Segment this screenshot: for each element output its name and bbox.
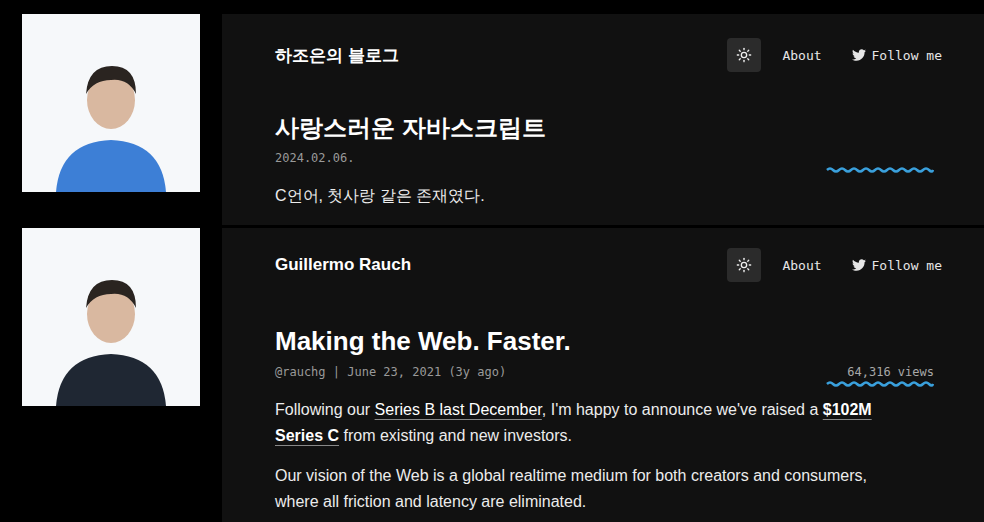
follow-link[interactable]: Follow me <box>852 258 942 273</box>
sun-icon <box>736 47 752 63</box>
comparison-slide: 하조은의 블로그 About Follow me 사랑스러운 자바스크립트 2024.0… <box>0 0 984 522</box>
post-paragraph: Our vision of the Web is a global realti… <box>275 463 900 515</box>
twitter-icon <box>852 258 866 272</box>
post-meta: @rauchg | June 23, 2021 (3y ago) 64,316 v… <box>275 365 942 387</box>
post-title: 사랑스러운 자바스크립트 <box>275 114 942 143</box>
blog-title[interactable]: 하조은의 블로그 <box>275 44 399 67</box>
post-date: 2024.02.06. <box>275 151 354 165</box>
text-span: C언어, 첫사랑 같은 존재였다. <box>275 187 485 204</box>
theme-toggle-button[interactable] <box>727 38 761 72</box>
views-box: 64,316 views <box>826 365 934 387</box>
nav: About Follow me <box>727 38 942 72</box>
views-box <box>826 151 934 173</box>
text-span: from existing and new investors. <box>339 427 572 444</box>
follow-link[interactable]: Follow me <box>852 48 942 63</box>
about-link[interactable]: About <box>782 48 821 63</box>
blog-panel: Guillermo Rauch About Follow me Making the … <box>222 228 984 522</box>
twitter-icon <box>852 48 866 62</box>
blog-title[interactable]: Guillermo Rauch <box>275 255 411 275</box>
text-span: Our vision of the Web is a global realti… <box>275 467 867 510</box>
post-date: @rauchg | June 23, 2021 (3y ago) <box>275 365 506 379</box>
view-count: 64,316 views <box>847 365 934 379</box>
post-title: Making the Web. Faster. <box>275 326 942 357</box>
person-icon <box>36 256 186 406</box>
portrait-photo <box>22 228 200 406</box>
post-paragraph: Following our Series B last December, I'… <box>275 397 900 449</box>
sun-icon <box>736 257 752 273</box>
person-icon <box>36 42 186 192</box>
post-paragraph: C언어, 첫사랑 같은 존재였다. <box>275 183 900 209</box>
text-span: Following our <box>275 401 375 418</box>
theme-toggle-button[interactable] <box>727 248 761 282</box>
nav: About Follow me <box>727 248 942 282</box>
portrait-photo <box>22 14 200 192</box>
blog-panel: 하조은의 블로그 About Follow me 사랑스러운 자바스크립트 2024.0… <box>222 14 984 225</box>
text-span: , I'm happy to announce we've raised a <box>542 401 823 418</box>
highlight-scribble <box>826 167 934 173</box>
blog-header: 하조은의 블로그 About Follow me <box>275 38 942 72</box>
about-link[interactable]: About <box>782 258 821 273</box>
inline-link[interactable]: Series B last December <box>375 401 542 418</box>
post-meta: 2024.02.06. <box>275 151 942 173</box>
blog-header: Guillermo Rauch About Follow me <box>275 248 942 282</box>
highlight-scribble <box>826 381 934 387</box>
